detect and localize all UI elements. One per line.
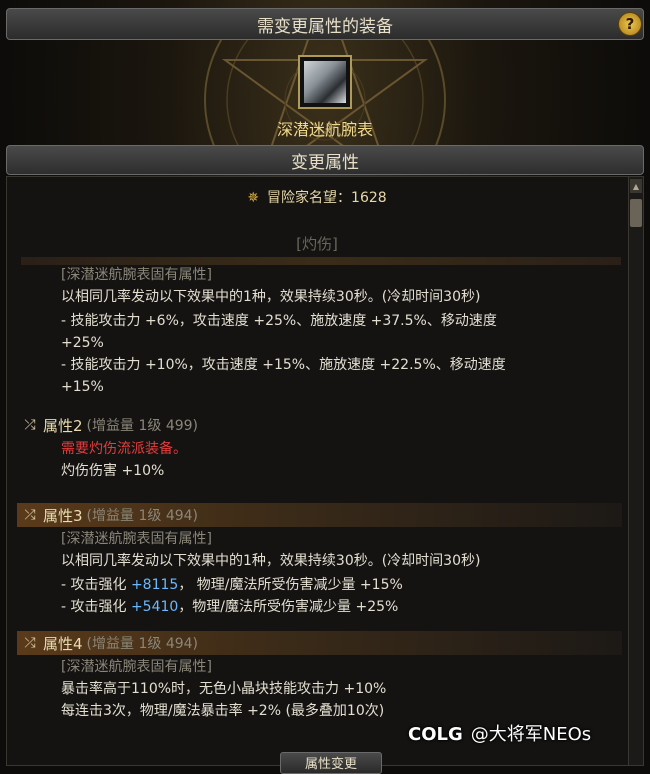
attributes-panel: ✵ 冒险家名望：1628 [灼伤] [深潜迷航腕表固有属性] 以相同几率发动以下效… [6, 176, 644, 766]
attr2-requirement: 需要灼伤流派装备。 [61, 441, 187, 457]
help-button[interactable]: ? [618, 12, 642, 36]
watermark-text: @大将军NEOs [470, 724, 592, 745]
attr3-meta: (增益量 1级 494) [86, 508, 198, 524]
attr3-header[interactable]: ⤮ 属性3 (增益量 1级 494) [17, 503, 622, 527]
shuffle-icon: ⤮ [24, 507, 36, 523]
attr1-bracket: [深潜迷航腕表固有属性] [61, 267, 212, 283]
attr2-title: 属性2 [43, 416, 83, 435]
fame-line: ✵ 冒险家名望：1628 [7, 187, 627, 207]
equipment-change-window: 需变更属性的装备 ? 深潜迷航腕表 变更属性 ✵ 冒险家名望：1628 [灼伤] … [0, 0, 650, 774]
watermark-logo: COLG [408, 724, 463, 745]
attr3-option1: - 攻击强化 +8115， 物理/魔法所受伤害减少量 +15% [61, 575, 403, 595]
attr3-option2-prefix: - 攻击强化 [61, 599, 131, 615]
watermark: COLG @大将军NEOs [408, 720, 591, 746]
attr1-option1-cont: +25% [61, 335, 104, 351]
attr1-desc: 以相同几率发动以下效果中的1种，效果持续30秒。(冷却时间30秒) [61, 289, 481, 305]
equipment-name: 深潜迷航腕表 [276, 120, 373, 139]
shuffle-icon: ⤮ [24, 417, 36, 433]
attr2-effect: 灼伤伤害 +10% [61, 463, 165, 479]
attr4-bracket: [深潜迷航腕表固有属性] [61, 659, 212, 675]
attr3-bracket: [深潜迷航腕表固有属性] [61, 531, 212, 547]
fame-label: 冒险家名望：1628 [267, 190, 387, 206]
attr1-option2-cont: +15% [61, 379, 104, 395]
attr3-option1-prefix: - 攻击强化 [61, 577, 131, 593]
attr3-title: 属性3 [43, 506, 83, 525]
attr4-line2: 每连击3次，物理/魔法暴击率 +2% (最多叠加10次) [61, 703, 385, 719]
scrollbar-thumb[interactable] [630, 199, 642, 227]
attr3-option2-suffix: ，物理/魔法所受伤害减少量 +25% [178, 599, 399, 615]
equipment-slot[interactable] [298, 55, 352, 109]
attr4-meta: (增益量 1级 494) [86, 636, 198, 652]
category-tag: [灼伤] [296, 235, 338, 253]
change-attribute-button[interactable]: 属性变更 [280, 752, 382, 774]
scrollbar[interactable]: ▲ [628, 177, 643, 765]
attribute-header-partial [21, 257, 621, 265]
shuffle-icon: ⤮ [24, 635, 36, 651]
window-title: 需变更属性的装备 [6, 8, 644, 40]
wristwatch-icon [304, 61, 346, 103]
attr3-option2-value: +5410 [130, 599, 179, 615]
fame-star-icon: ✵ [247, 190, 260, 206]
scroll-up-arrow-icon[interactable]: ▲ [630, 179, 642, 193]
attr4-header[interactable]: ⤮ 属性4 (增益量 1级 494) [17, 631, 622, 655]
attr3-option1-suffix: ， 物理/魔法所受伤害减少量 +15% [178, 577, 403, 593]
attr1-option2: - 技能攻击力 +10%，攻击速度 +15%、施放速度 +22.5%、移动速度 [61, 357, 506, 373]
attr1-option1: - 技能攻击力 +6%，攻击速度 +25%、施放速度 +37.5%、移动速度 [61, 313, 497, 329]
attr2-header[interactable]: ⤮ 属性2 (增益量 1级 499) [17, 413, 622, 437]
attr3-desc: 以相同几率发动以下效果中的1种，效果持续30秒。(冷却时间30秒) [61, 553, 481, 569]
attr3-option2: - 攻击强化 +5410，物理/魔法所受伤害减少量 +25% [61, 597, 398, 617]
attr4-title: 属性4 [43, 634, 83, 653]
section-title: 变更属性 [6, 145, 644, 175]
attr4-line1: 暴击率高于110%时，无色小晶块技能攻击力 +10% [61, 681, 387, 697]
attr3-option1-value: +8115 [130, 577, 179, 593]
attr2-meta: (增益量 1级 499) [86, 418, 198, 434]
